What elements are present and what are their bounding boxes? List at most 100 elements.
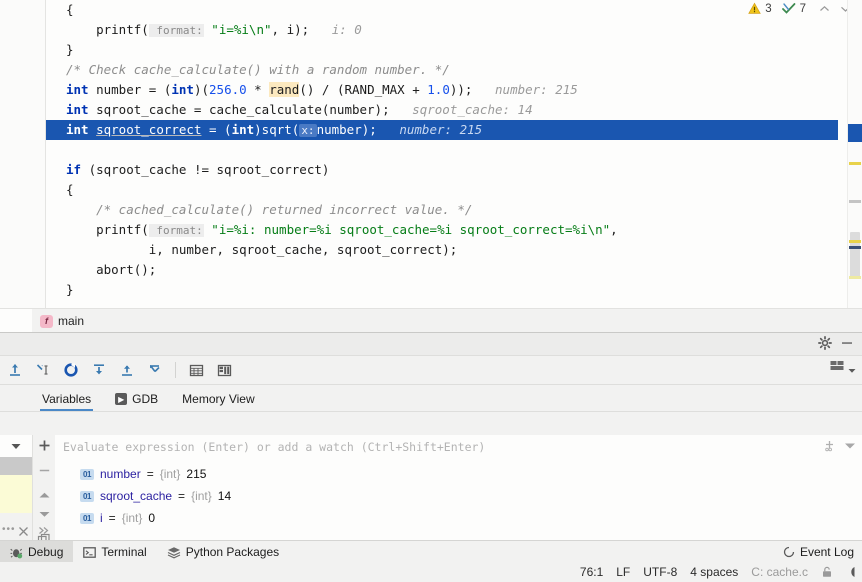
code-line[interactable]: int number = (int)(256.0 * rand() / (RAN… (46, 80, 838, 100)
code-token: int (231, 122, 255, 137)
bottom-item-debug[interactable]: Debug (0, 541, 74, 563)
code-token: * (246, 82, 270, 97)
code-token: 256.0 (209, 82, 247, 97)
evaluate-expression-row[interactable]: Evaluate expression (Enter) or add a wat… (55, 435, 862, 460)
code-token: number = ( (88, 82, 172, 97)
editor-marker-scrollbar[interactable] (847, 0, 862, 308)
status-bar[interactable]: 76:1 LF UTF-8 4 spaces C: cache.c (0, 562, 862, 582)
notification-icon[interactable] (846, 566, 856, 578)
variable-row[interactable]: 01 number = {int} 215 (55, 463, 862, 485)
code-editor[interactable]: { printf( format: "i=%i\n", i); i: 0} /* … (0, 0, 862, 308)
history-dropdown-icon[interactable] (844, 442, 856, 450)
warning-marker-2[interactable] (849, 240, 861, 243)
bottom-item-python-packages[interactable]: Python Packages (157, 541, 289, 563)
status-bar-right[interactable]: 76:1 LF UTF-8 4 spaces C: cache.c (580, 562, 856, 582)
tab-memory-view[interactable]: Memory View (180, 389, 256, 411)
code-token: i, number, sqroot_cache, sqroot_correct)… (66, 242, 458, 257)
breadcrumb-item-main[interactable]: f main (32, 314, 84, 328)
indent-setting[interactable]: 4 spaces (690, 565, 738, 579)
code-line[interactable]: printf( format: "i=%i: number=%i sqroot_… (46, 220, 838, 240)
code-token: /* Check cache_calculate() with a random… (66, 62, 450, 77)
step-out-button[interactable] (2, 358, 28, 382)
code-token: printf( (66, 22, 149, 37)
lock-icon[interactable] (821, 566, 833, 578)
code-line[interactable]: printf( format: "i=%i\n", i); i: 0 (46, 20, 838, 40)
warning-marker-1[interactable] (849, 162, 861, 165)
debug-toolbar[interactable] (0, 356, 862, 385)
layout-icon[interactable] (211, 358, 237, 382)
code-line[interactable]: } (46, 280, 838, 300)
code-line[interactable]: abort(); (46, 260, 838, 280)
variable-row[interactable]: 01 sqroot_cache = {int} 14 (55, 485, 862, 507)
caret-marker[interactable] (849, 246, 861, 249)
variable-row[interactable]: 01 i = {int} 0 (55, 507, 862, 529)
code-line[interactable]: int sqroot_correct = (int)sqrt(x: number)… (46, 120, 838, 140)
code-token: int (66, 122, 89, 137)
line-separator[interactable]: LF (616, 565, 630, 579)
code-line[interactable] (46, 140, 838, 160)
previous-problem-icon[interactable] (816, 5, 833, 13)
context-label[interactable]: C: cache.c (751, 565, 808, 579)
variable-value: 215 (186, 467, 207, 481)
tab-label: Memory View (182, 392, 255, 406)
breadcrumb[interactable]: f main (0, 308, 862, 333)
bottom-tool-bar[interactable]: Debug Terminal Python Packages Event Log (0, 540, 862, 563)
selection-marker[interactable] (848, 124, 862, 142)
code-line[interactable]: } (46, 40, 838, 60)
step-over-button[interactable] (86, 358, 112, 382)
variable-type: {int} (159, 467, 181, 481)
code-token: "i=%i: number=%i sqroot_cache=%i sqroot_… (203, 222, 611, 237)
evaluate-row-actions[interactable] (823, 439, 856, 452)
code-token: abort(); (66, 262, 157, 277)
minimize-icon[interactable] (840, 336, 854, 350)
gdb-console-icon: ▶ (115, 393, 128, 405)
warning-marker-3[interactable] (849, 276, 861, 279)
code-token: sqroot_cache = cache_calculate(number); (88, 102, 390, 117)
debug-tabs[interactable]: Variables ▶ GDB Memory View (0, 385, 862, 412)
caret-position[interactable]: 76:1 (580, 565, 603, 579)
code-line[interactable]: { (46, 0, 838, 20)
code-line[interactable]: { (46, 180, 838, 200)
tab-variables[interactable]: Variables (40, 389, 94, 411)
int-value-icon: 01 (80, 468, 94, 480)
step-into-button[interactable] (114, 358, 140, 382)
code-line[interactable]: if (sqroot_cache != sqroot_correct) (46, 160, 838, 180)
warning-count: 3 (765, 2, 772, 15)
tab-gdb[interactable]: ▶ GDB (113, 389, 160, 411)
bottom-item-label: Debug (28, 545, 64, 559)
add-watch-icon[interactable] (823, 439, 836, 452)
evaluate-expression-button[interactable] (58, 358, 84, 382)
info-marker[interactable] (849, 200, 861, 203)
code-token: int (171, 82, 194, 97)
code-line[interactable]: /* cached_calculate() returned incorrect… (46, 200, 838, 220)
event-log-button[interactable]: Event Log (783, 541, 854, 563)
editor-gutter[interactable] (0, 0, 38, 308)
code-line[interactable]: int sqroot_cache = cache_calculate(numbe… (46, 100, 838, 120)
code-token: format: (148, 224, 204, 237)
gear-icon[interactable] (818, 336, 832, 350)
force-step-into-button[interactable] (142, 358, 168, 382)
code-content[interactable]: { printf( format: "i=%i\n", i); i: 0} /* … (46, 0, 838, 308)
file-encoding[interactable]: UTF-8 (643, 565, 677, 579)
variable-type: {int} (191, 489, 212, 503)
layout-chooser[interactable] (829, 359, 856, 374)
code-token: , i); (271, 22, 310, 37)
int-value-icon: 01 (80, 490, 94, 502)
run-to-cursor-button[interactable] (30, 358, 56, 382)
bottom-item-terminal[interactable]: Terminal (73, 541, 156, 563)
inspections-widget[interactable]: 3 7 (748, 2, 854, 15)
variables-list[interactable]: 01 number = {int} 215 01 sqroot_cache = {int} 14 0… (55, 459, 862, 541)
code-line[interactable]: /* Check cache_calculate() with a random… (46, 60, 838, 80)
code-line[interactable]: i, number, sqroot_cache, sqroot_correct)… (46, 240, 838, 260)
code-token: rand (269, 82, 300, 97)
frames-grid-icon[interactable] (183, 358, 209, 382)
breadcrumb-notch (0, 309, 32, 333)
debug-header (0, 333, 862, 356)
int-value-icon: 01 (80, 512, 94, 524)
scrollbar-thumb[interactable] (850, 232, 860, 278)
debug-bug-icon (10, 546, 23, 559)
inspection-checkmark-icon (781, 2, 796, 15)
terminal-icon (83, 546, 97, 559)
code-token: () / (RAND_MAX + (299, 82, 428, 97)
